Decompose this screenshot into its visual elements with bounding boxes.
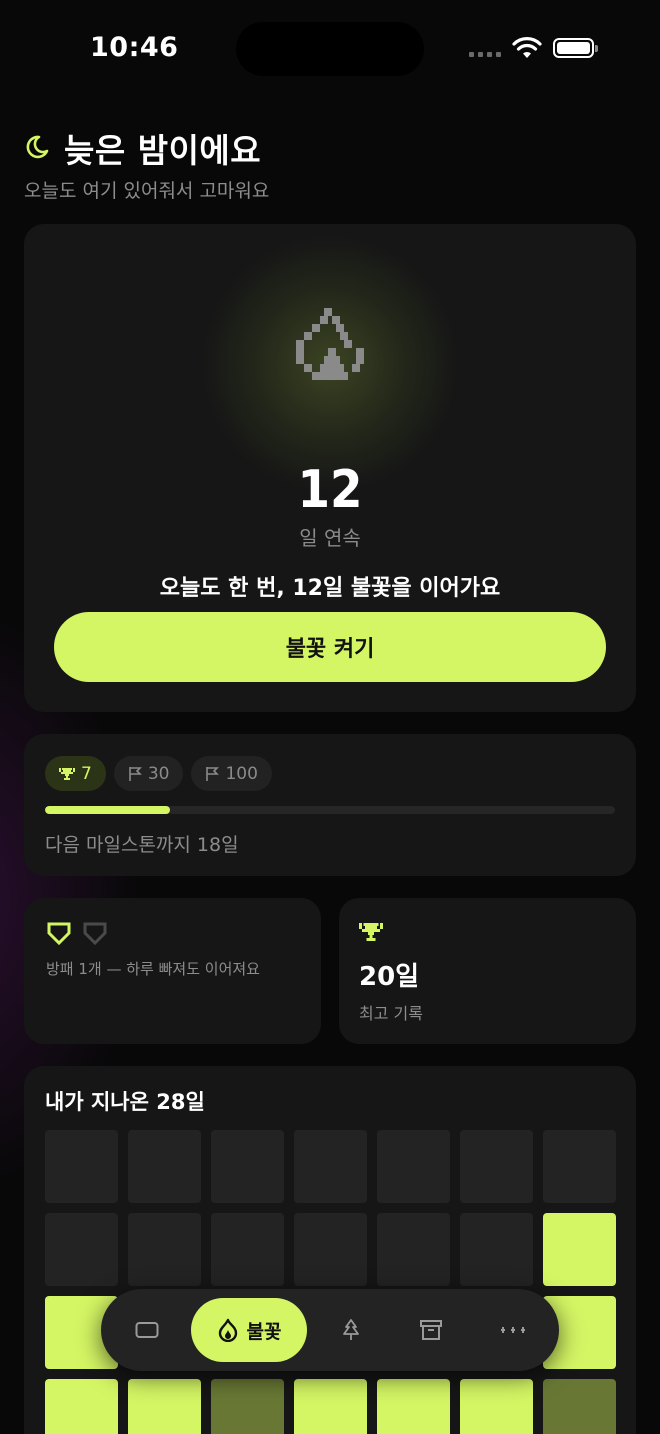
streak-message: 오늘도 한 번, 12일 불꽃을 이어가요 — [159, 576, 501, 601]
milestone-chip-value: 7 — [81, 763, 92, 784]
bottom-nav-bar: 불꽃 — [101, 1289, 559, 1371]
history-day-cell — [377, 1213, 450, 1286]
history-day-cell — [460, 1130, 533, 1203]
tree-icon — [343, 1319, 359, 1340]
history-day-cell — [211, 1379, 284, 1434]
streak-unit-label: 일 연속 — [299, 526, 361, 550]
shield-empty-icon — [83, 922, 107, 946]
history-day-cell — [211, 1130, 284, 1203]
battery-icon — [553, 38, 598, 58]
history-day-cell — [294, 1379, 367, 1434]
history-day-cell — [543, 1379, 616, 1434]
history-day-cell — [294, 1130, 367, 1203]
milestone-chip-value: 30 — [147, 763, 170, 784]
history-title: 내가 지나온 28일 — [45, 1090, 205, 1114]
trophy-icon — [59, 767, 75, 780]
flag-icon — [129, 766, 142, 781]
history-day-cell — [128, 1213, 201, 1286]
flame-icon — [296, 308, 364, 380]
cellular-signal-icon — [469, 52, 501, 57]
history-day-cell — [377, 1379, 450, 1434]
flag-icon — [206, 766, 220, 781]
dynamic-island — [236, 22, 424, 76]
milestone-card: 7 30 100 다음 마일스톤까지 18일 — [24, 734, 636, 876]
history-day-cell — [294, 1213, 367, 1286]
trophy-icon — [359, 923, 383, 941]
milestone-chips: 7 30 100 — [45, 756, 272, 791]
history-day-cell — [460, 1379, 533, 1434]
nav-tree-button[interactable] — [331, 1298, 371, 1362]
milestone-progress-fill — [45, 806, 171, 814]
flame-icon — [218, 1318, 237, 1342]
moon-icon — [26, 135, 49, 159]
nav-flame-label: 불꽃 — [246, 1320, 282, 1343]
history-day-cell — [460, 1213, 533, 1286]
history-grid — [45, 1130, 616, 1434]
history-day-cell — [377, 1130, 450, 1203]
history-day-cell — [211, 1213, 284, 1286]
shield-description: 방패 1개 — 하루 빠져도 이어져요 — [46, 960, 260, 978]
greeting-subtitle: 오늘도 여기 있어줘서 고마워요 — [24, 180, 270, 202]
best-record-label: 최고 기록 — [359, 1004, 423, 1023]
more-icon — [501, 1327, 525, 1333]
history-day-cell — [45, 1130, 118, 1203]
milestone-chip-30[interactable]: 30 — [113, 756, 184, 791]
milestone-chip-value: 100 — [225, 763, 258, 784]
card-icon — [135, 1322, 159, 1338]
streak-card: 12 일 연속 오늘도 한 번, 12일 불꽃을 이어가요 불꽃 켜기 — [24, 224, 636, 712]
history-day-cell — [128, 1379, 201, 1434]
nav-flame-button[interactable]: 불꽃 — [191, 1298, 307, 1362]
best-record-card: 20일 최고 기록 — [339, 898, 636, 1044]
best-record-value: 20일 — [359, 962, 420, 992]
milestone-chip-7[interactable]: 7 — [45, 756, 106, 791]
nav-more-button[interactable] — [493, 1298, 533, 1362]
nav-home-button[interactable] — [127, 1298, 167, 1362]
history-day-cell — [543, 1213, 616, 1286]
status-time: 10:46 — [90, 32, 179, 63]
history-day-cell — [45, 1379, 118, 1434]
nav-archive-button[interactable] — [411, 1298, 451, 1362]
milestone-progress-bar — [45, 806, 615, 814]
history-day-cell — [128, 1130, 201, 1203]
shield-card: 방패 1개 — 하루 빠져도 이어져요 — [24, 898, 321, 1044]
light-flame-button[interactable]: 불꽃 켜기 — [54, 612, 606, 682]
greeting-title: 늦은 밤이에요 — [64, 131, 262, 170]
milestone-chip-100[interactable]: 100 — [191, 756, 272, 791]
streak-count: 12 — [297, 460, 363, 520]
milestone-remaining-text: 다음 마일스톤까지 18일 — [45, 834, 239, 856]
history-card: 내가 지나온 28일 — [24, 1066, 636, 1434]
history-day-cell — [45, 1213, 118, 1286]
wifi-icon — [512, 37, 542, 58]
shield-icon — [47, 922, 71, 946]
archive-icon — [420, 1320, 442, 1340]
history-day-cell — [543, 1130, 616, 1203]
shield-icons — [46, 920, 108, 946]
